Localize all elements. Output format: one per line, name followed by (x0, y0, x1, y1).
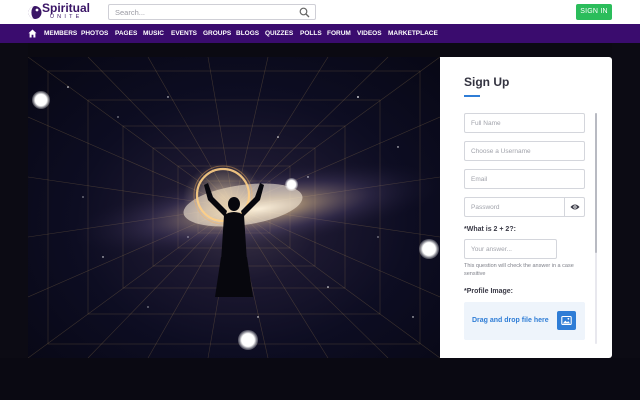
site-logo[interactable]: Spiritual UNITE (28, 1, 96, 22)
nav-item-events[interactable]: EVENTS (171, 24, 197, 43)
email-input[interactable] (471, 174, 571, 185)
light-orb-2 (238, 330, 258, 350)
captcha-input[interactable] (471, 244, 571, 255)
fullname-input[interactable] (471, 118, 571, 129)
logo-subtext: UNITE (50, 14, 83, 20)
image-icon (561, 315, 572, 326)
upload-image-button[interactable] (557, 311, 576, 330)
main-nav: MEMBERS PHOTOS PAGES MUSIC EVENTS GROUPS… (0, 24, 640, 43)
logo-mark-icon (28, 6, 42, 19)
captcha-hint: This question will check the answer in a… (464, 263, 574, 277)
page-margin-right (612, 43, 640, 400)
password-input[interactable] (471, 202, 571, 213)
page-bottom-band (0, 358, 640, 400)
panel-scrollbar-thumb[interactable] (595, 113, 597, 253)
password-toggle-button[interactable] (564, 198, 584, 216)
light-orb-4 (285, 178, 298, 191)
hero-image (28, 57, 440, 358)
nav-item-polls[interactable]: POLLS (300, 24, 322, 43)
title-underline (464, 95, 480, 97)
signup-panel: Sign Up *What is 2 + 2?: This question w… (440, 57, 612, 358)
search-input[interactable] (115, 6, 295, 18)
username-input[interactable] (471, 146, 571, 157)
nav-item-videos[interactable]: VIDEOS (357, 24, 382, 43)
nav-item-music[interactable]: MUSIC (143, 24, 164, 43)
logo-text: Spiritual (42, 1, 91, 15)
profile-image-label: *Profile Image: (464, 288, 514, 295)
nav-item-pages[interactable]: PAGES (115, 24, 137, 43)
light-orb-1 (32, 91, 50, 109)
search-icon[interactable] (299, 7, 310, 18)
dropzone-text: Drag and drop file here (472, 317, 549, 324)
top-header: Spiritual UNITE SIGN IN (0, 0, 640, 24)
light-orb-3 (419, 239, 439, 259)
nav-item-photos[interactable]: PHOTOS (81, 24, 108, 43)
password-field[interactable] (464, 197, 585, 217)
nav-item-blogs[interactable]: BLOGS (236, 24, 259, 43)
eye-icon (570, 204, 580, 210)
username-field[interactable] (464, 141, 585, 161)
home-icon[interactable] (28, 29, 37, 38)
nav-item-members[interactable]: MEMBERS (44, 24, 77, 43)
nav-item-quizzes[interactable]: QUIZZES (265, 24, 293, 43)
nav-item-marketplace[interactable]: MARKETPLACE (388, 24, 438, 43)
signup-title: Sign Up (464, 75, 510, 89)
hero-artwork (28, 57, 440, 358)
sign-in-button[interactable]: SIGN IN (576, 4, 612, 20)
fullname-field[interactable] (464, 113, 585, 133)
search-box[interactable] (108, 4, 316, 20)
nav-item-groups[interactable]: GROUPS (203, 24, 231, 43)
captcha-label: *What is 2 + 2?: (464, 226, 516, 233)
nav-item-forum[interactable]: FORUM (327, 24, 351, 43)
captcha-field[interactable] (464, 239, 571, 259)
page-margin-left (0, 43, 28, 400)
email-field[interactable] (464, 169, 585, 189)
profile-image-dropzone[interactable]: Drag and drop file here (464, 302, 585, 340)
